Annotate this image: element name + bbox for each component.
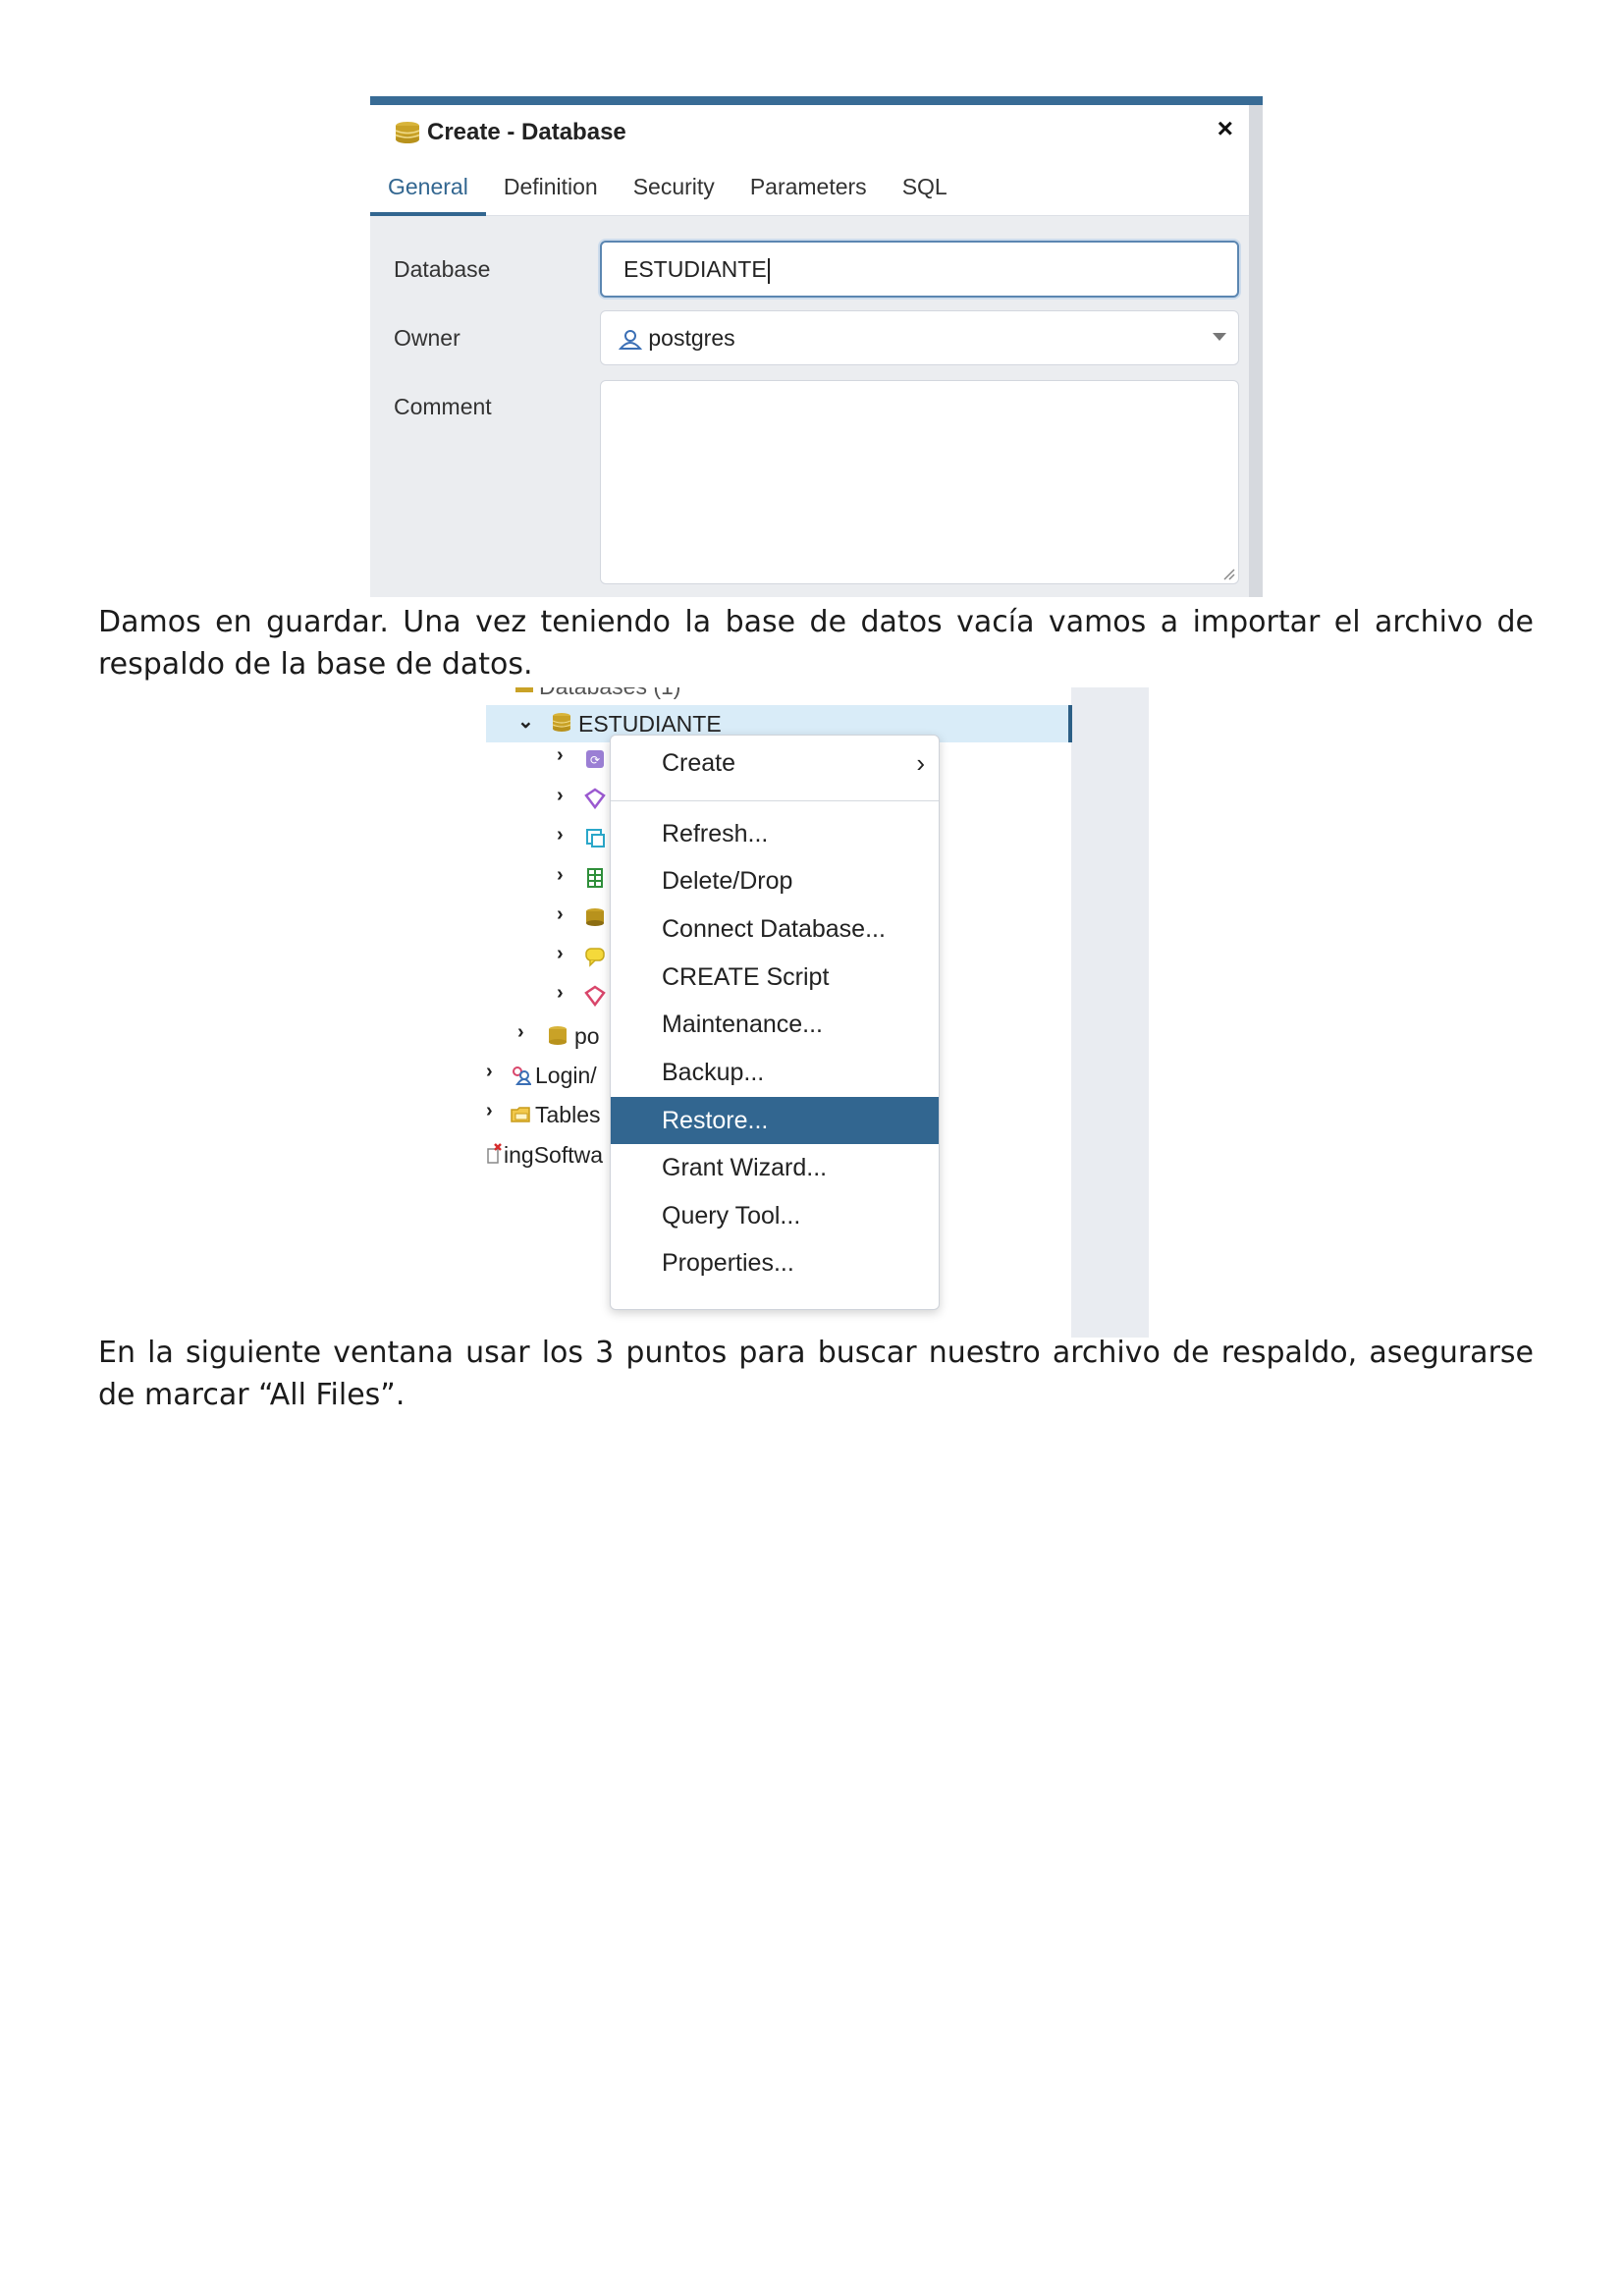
menu-item-create[interactable]: Create › (611, 739, 939, 787)
chevron-right-icon[interactable]: › (557, 903, 564, 926)
chevron-right-icon[interactable]: › (486, 1061, 493, 1083)
menu-item-delete-drop[interactable]: Delete/Drop (611, 857, 939, 904)
menu-item-refresh[interactable]: Refresh... (611, 810, 939, 857)
language-icon (587, 868, 603, 888)
menu-item-backup[interactable]: Backup... (611, 1049, 939, 1096)
comment-label: Comment (394, 394, 492, 419)
chevron-right-icon[interactable]: › (517, 1021, 524, 1044)
chevron-right-icon[interactable]: › (557, 982, 564, 1005)
publication-icon (586, 908, 604, 926)
chevron-right-icon[interactable]: › (486, 1100, 493, 1122)
schema-icon (585, 948, 605, 967)
menu-item-connect-database[interactable]: Connect Database... (611, 905, 939, 953)
database-icon (515, 687, 533, 692)
databases-node-partial[interactable]: Databases (1) (539, 687, 680, 700)
tab-definition[interactable]: Definition (486, 160, 616, 215)
login-roles-icon (513, 1066, 531, 1085)
postgres-db-node-partial[interactable]: po (574, 1023, 600, 1050)
tab-sql[interactable]: SQL (885, 160, 965, 215)
chevron-right-icon[interactable]: › (557, 824, 564, 847)
dialog-header: Create - Database × (370, 105, 1249, 161)
dialog-title-text: Create - Database (427, 119, 626, 145)
login-roles-node-partial[interactable]: Login/ (535, 1063, 597, 1089)
tablespaces-icon (511, 1107, 530, 1122)
tab-general[interactable]: General (370, 160, 486, 216)
menu-item-label: Create (662, 749, 736, 777)
right-panel (1071, 687, 1149, 1338)
user-icon (618, 329, 643, 350)
dialog-title: Create - Database (394, 119, 626, 146)
database-label: Database (394, 256, 491, 282)
comment-textarea[interactable] (600, 380, 1239, 584)
menu-item-properties[interactable]: Properties... (611, 1239, 939, 1286)
close-icon[interactable]: × (1218, 115, 1233, 142)
owner-select[interactable]: postgres (600, 310, 1239, 365)
owner-label: Owner (394, 325, 460, 351)
estudiante-node-label[interactable]: ESTUDIANTE (578, 711, 722, 738)
menu-item-create-script[interactable]: CREATE Script (611, 954, 939, 1001)
context-menu: Create › Refresh... Delete/Drop Connect … (610, 735, 940, 1310)
tab-security[interactable]: Security (616, 160, 732, 215)
chevron-down-icon[interactable]: ⌄ (517, 709, 534, 734)
database-name-value: ESTUDIANTE (623, 256, 767, 282)
tablespaces-node-partial[interactable]: Tables (535, 1102, 600, 1128)
chevron-right-icon[interactable]: › (557, 943, 564, 965)
foreign-data-wrapper-icon (586, 829, 605, 847)
paragraph-save: Damos en guardar. Una vez teniendo la ba… (98, 605, 1534, 682)
subscription-icon (584, 985, 606, 1007)
extension-icon (584, 788, 606, 809)
owner-value: postgres (648, 325, 735, 351)
dialog-scrollbar[interactable] (1249, 105, 1263, 597)
dialog-tabs: General Definition Security Parameters S… (370, 160, 1249, 216)
chevron-right-icon[interactable]: › (557, 785, 564, 807)
tree-context-menu-screenshot: Databases (1) ⌄ ESTUDIANTE › ⟳ › › › › ›… (486, 687, 1149, 1338)
dropdown-arrow-icon[interactable] (1213, 333, 1226, 341)
svg-text:⟳: ⟳ (590, 753, 600, 767)
menu-item-restore[interactable]: Restore... (611, 1097, 939, 1144)
database-name-input[interactable]: ESTUDIANTE (600, 241, 1239, 298)
selection-indicator (1068, 705, 1072, 742)
database-icon (549, 1026, 567, 1045)
menu-item-grant-wizard[interactable]: Grant Wizard... (611, 1144, 939, 1191)
database-icon (552, 713, 571, 732)
menu-divider (611, 800, 939, 801)
resize-grip-icon[interactable] (1221, 567, 1235, 580)
chevron-right-icon[interactable]: › (557, 864, 564, 887)
create-database-dialog: Create - Database × General Definition S… (370, 96, 1263, 597)
menu-item-maintenance[interactable]: Maintenance... (611, 1001, 939, 1048)
tab-parameters[interactable]: Parameters (732, 160, 885, 215)
server-node-partial[interactable]: ingSoftwa (504, 1142, 603, 1169)
chevron-right-icon: › (916, 748, 925, 778)
text-caret (767, 257, 770, 284)
cast-icon: ⟳ (586, 750, 604, 768)
chevron-right-icon[interactable]: › (557, 744, 564, 767)
database-icon (395, 122, 420, 143)
paragraph-restore-instructions: En la siguiente ventana usar los 3 punto… (98, 1336, 1534, 1412)
menu-item-query-tool[interactable]: Query Tool... (611, 1192, 939, 1239)
